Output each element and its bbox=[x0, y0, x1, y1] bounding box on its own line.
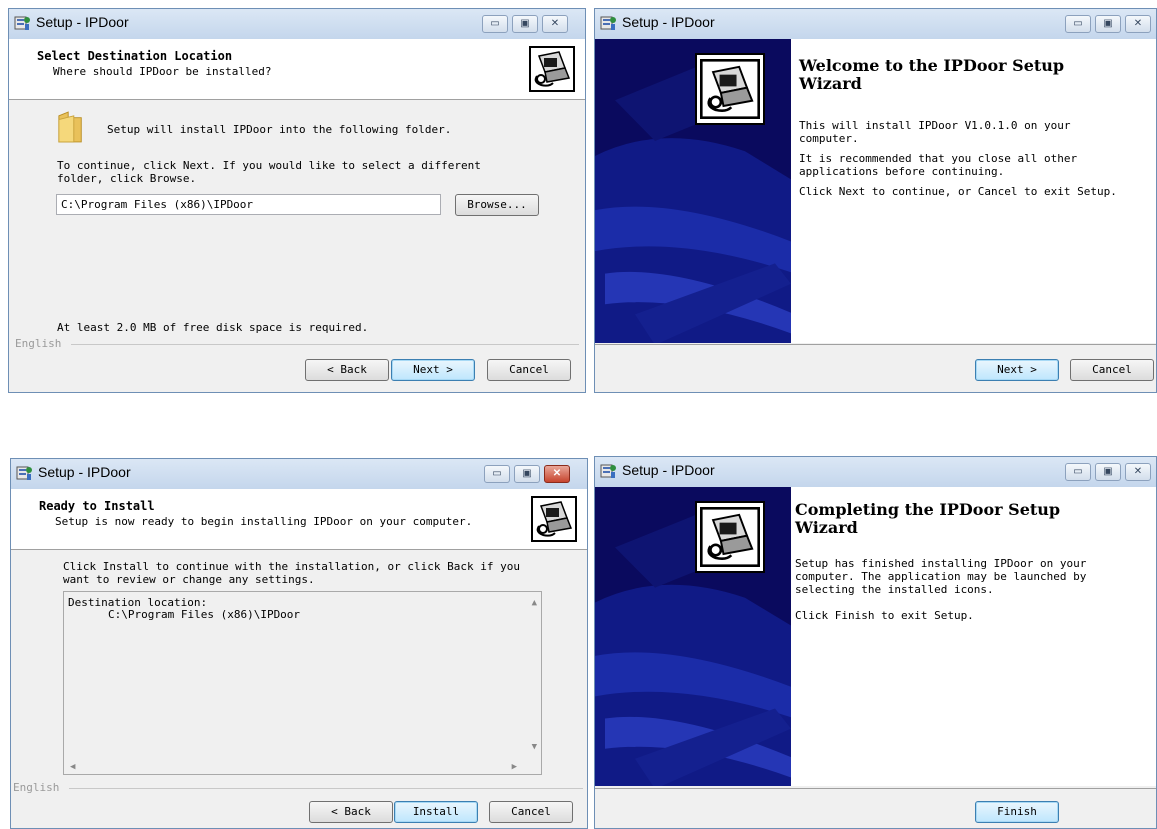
cancel-button[interactable]: Cancel bbox=[1070, 359, 1154, 381]
completing-paragraph-1: Setup has finished installing IPDoor on … bbox=[795, 557, 1087, 596]
window-title: Setup - IPDoor bbox=[36, 14, 129, 30]
maximize-button[interactable]: ▣ bbox=[1095, 463, 1121, 481]
completing-window: Setup - IPDoor ▭ ▣ ✕ Completing the IPDo… bbox=[594, 456, 1157, 829]
completing-title: Completing the IPDoor Setup Wizard bbox=[795, 500, 1061, 537]
setup-computer-icon bbox=[529, 46, 575, 92]
ready-memo-box: Destination location: C:\Program Files (… bbox=[63, 591, 542, 775]
setup-computer-icon-frame bbox=[695, 501, 765, 573]
window-title: Setup - IPDoor bbox=[38, 464, 131, 480]
titlebar: Setup - IPDoor ▭ ▣ ✕ bbox=[595, 457, 1156, 487]
cancel-button[interactable]: Cancel bbox=[489, 801, 573, 823]
minimize-button[interactable]: ▭ bbox=[1065, 15, 1091, 33]
finish-button[interactable]: Finish bbox=[975, 801, 1059, 823]
close-button[interactable]: ✕ bbox=[1125, 15, 1151, 33]
setup-computer-icon bbox=[700, 59, 760, 119]
close-button[interactable]: ✕ bbox=[542, 15, 568, 33]
completing-paragraph-2: Click Finish to exit Setup. bbox=[795, 609, 974, 622]
welcome-paragraph-3: Click Next to continue, or Cancel to exi… bbox=[799, 185, 1117, 198]
page-title: Select Destination Location bbox=[37, 49, 233, 63]
setup-app-icon bbox=[599, 14, 617, 32]
language-label: English bbox=[13, 781, 60, 794]
titlebar: Setup - IPDoor ▭ ▣ ✕ bbox=[11, 459, 587, 489]
minimize-button[interactable]: ▭ bbox=[1065, 463, 1091, 481]
welcome-paragraph-1: This will install IPDoor V1.0.1.0 on you… bbox=[799, 119, 1071, 145]
titlebar: Setup - IPDoor ▭ ▣ ✕ bbox=[9, 9, 585, 39]
disk-space-text: At least 2.0 MB of free disk space is re… bbox=[57, 321, 369, 334]
back-button[interactable]: < Back bbox=[309, 801, 393, 823]
next-button[interactable]: Next > bbox=[975, 359, 1059, 381]
setup-app-icon bbox=[15, 464, 33, 482]
page-title: Ready to Install bbox=[39, 499, 155, 513]
page-subtitle: Setup is now ready to begin installing I… bbox=[55, 515, 473, 528]
welcome-window: Setup - IPDoor ▭ ▣ ✕ Welcome to the IPDo… bbox=[594, 8, 1157, 393]
welcome-content: Welcome to the IPDoor Setup Wizard This … bbox=[791, 39, 1156, 343]
scroll-up-arrow[interactable]: ▲ bbox=[532, 598, 537, 608]
completing-content: Completing the IPDoor Setup Wizard Setup… bbox=[791, 487, 1156, 786]
ready-to-install-window: Setup - IPDoor ▭ ▣ ✕ Ready to Install Se… bbox=[10, 458, 588, 829]
minimize-button[interactable]: ▭ bbox=[482, 15, 508, 33]
browse-button[interactable]: Browse... bbox=[455, 194, 539, 216]
destination-path-input[interactable]: C:\Program Files (x86)\IPDoor bbox=[56, 194, 441, 215]
maximize-button[interactable]: ▣ bbox=[512, 15, 538, 33]
wizard-sidebar-image bbox=[595, 39, 791, 343]
folder-message: Setup will install IPDoor into the follo… bbox=[107, 123, 452, 136]
welcome-paragraph-2: It is recommended that you close all oth… bbox=[799, 152, 1078, 178]
instructions-text: To continue, click Next. If you would li… bbox=[57, 159, 481, 185]
install-button[interactable]: Install bbox=[394, 801, 478, 823]
welcome-title: Welcome to the IPDoor Setup Wizard bbox=[799, 56, 1065, 93]
divider bbox=[595, 788, 1156, 789]
setup-computer-icon bbox=[531, 496, 577, 542]
scroll-down-arrow[interactable]: ▼ bbox=[532, 742, 537, 752]
window-title: Setup - IPDoor bbox=[622, 14, 715, 30]
setup-app-icon bbox=[13, 14, 31, 32]
setup-app-icon bbox=[599, 462, 617, 480]
memo-value: C:\Program Files (x86)\IPDoor bbox=[108, 608, 301, 621]
maximize-button[interactable]: ▣ bbox=[514, 465, 540, 483]
page-subtitle: Where should IPDoor be installed? bbox=[53, 65, 272, 78]
divider bbox=[69, 788, 583, 789]
page-header: Select Destination Location Where should… bbox=[9, 39, 585, 100]
divider bbox=[71, 344, 579, 345]
back-button[interactable]: < Back bbox=[305, 359, 389, 381]
scroll-right-arrow[interactable]: ▶ bbox=[512, 762, 517, 772]
close-button[interactable]: ✕ bbox=[1125, 463, 1151, 481]
window-title: Setup - IPDoor bbox=[622, 462, 715, 478]
next-button[interactable]: Next > bbox=[391, 359, 475, 381]
select-destination-window: Setup - IPDoor ▭ ▣ ✕ Select Destination … bbox=[8, 8, 586, 393]
instructions-text: Click Install to continue with the insta… bbox=[63, 560, 520, 586]
cancel-button[interactable]: Cancel bbox=[487, 359, 571, 381]
folder-icon bbox=[57, 109, 85, 145]
setup-computer-icon bbox=[700, 507, 760, 567]
scroll-left-arrow[interactable]: ◀ bbox=[70, 762, 75, 772]
wizard-sidebar-image bbox=[595, 487, 791, 786]
minimize-button[interactable]: ▭ bbox=[484, 465, 510, 483]
close-button[interactable]: ✕ bbox=[544, 465, 570, 483]
titlebar: Setup - IPDoor ▭ ▣ ✕ bbox=[595, 9, 1156, 39]
maximize-button[interactable]: ▣ bbox=[1095, 15, 1121, 33]
divider bbox=[595, 344, 1156, 345]
setup-computer-icon-frame bbox=[695, 53, 765, 125]
page-header: Ready to Install Setup is now ready to b… bbox=[11, 489, 587, 550]
language-label: English bbox=[15, 337, 62, 350]
